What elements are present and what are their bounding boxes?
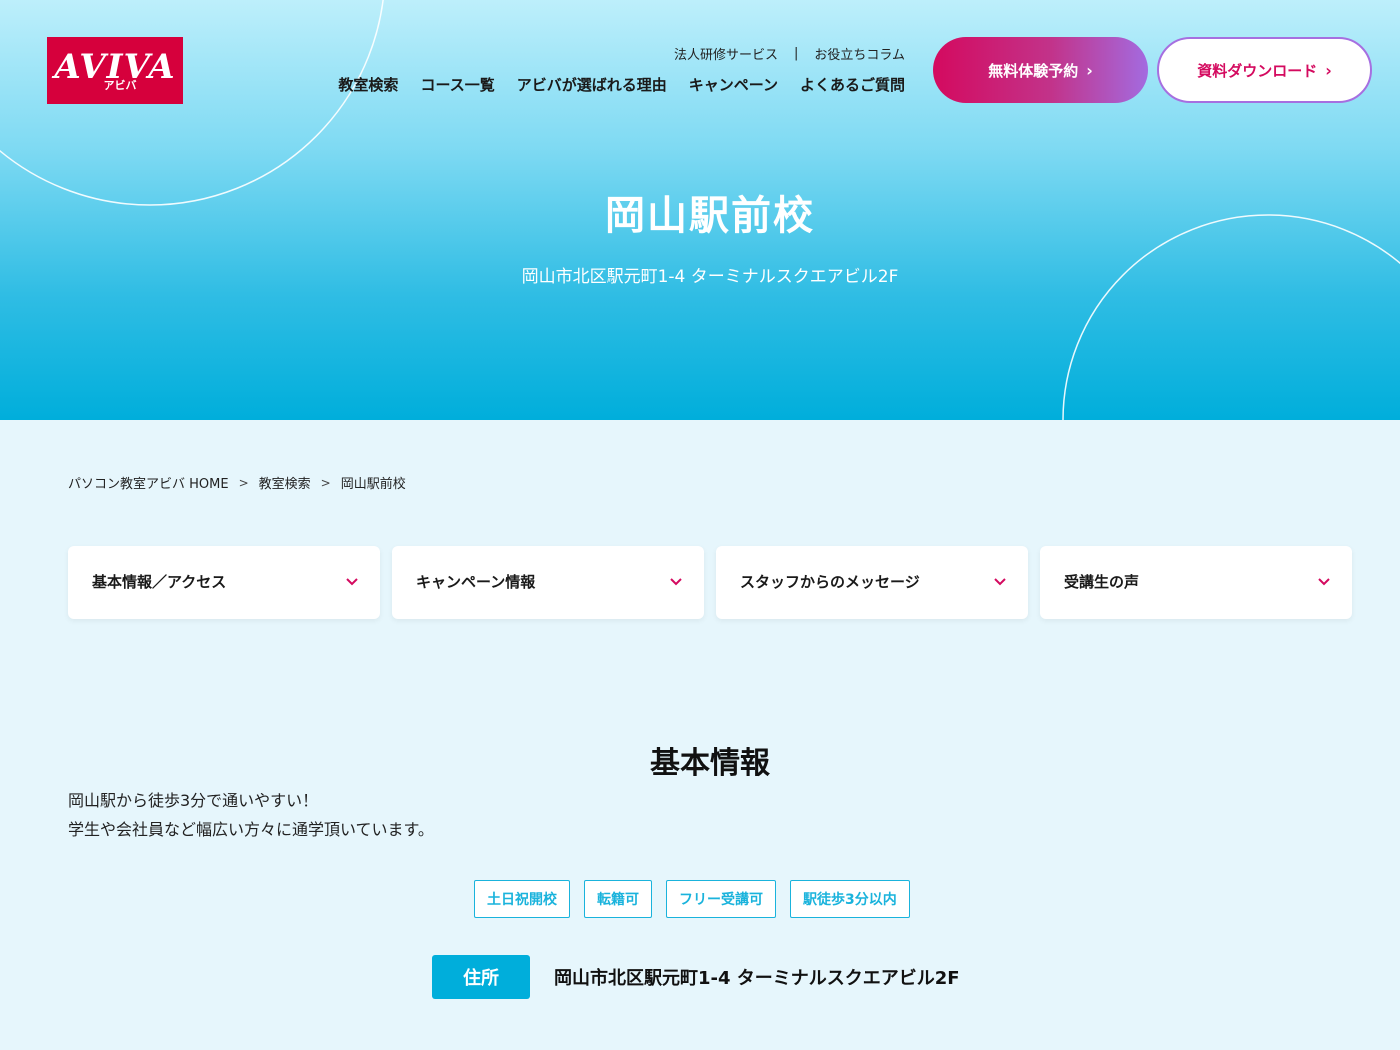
download-materials-button[interactable]: 資料ダウンロード › bbox=[1157, 37, 1372, 103]
breadcrumb-separator: > bbox=[320, 475, 331, 490]
breadcrumb: パソコン教室アビバ HOME > 教室検索 > 岡山駅前校 bbox=[68, 473, 406, 493]
anchor-staff-message[interactable]: スタッフからのメッセージ bbox=[716, 546, 1028, 619]
free-trial-label: 無料体験予約 bbox=[988, 61, 1079, 80]
breadcrumb-separator: > bbox=[238, 475, 249, 490]
tag-transfer-ok: 転籍可 bbox=[584, 880, 652, 918]
anchor-label: 基本情報／アクセス bbox=[92, 573, 227, 591]
address-value: 岡山市北区駅元町1-4 ターミナルスクエアビル2F bbox=[554, 968, 960, 989]
nav-faq[interactable]: よくあるご質問 bbox=[800, 74, 905, 95]
nav-why-aviva[interactable]: アビバが選ばれる理由 bbox=[517, 74, 667, 95]
breadcrumb-classroom-search[interactable]: 教室検索 bbox=[259, 473, 311, 492]
address-label: 住所 bbox=[432, 955, 530, 999]
free-trial-button[interactable]: 無料体験予約 › bbox=[933, 37, 1148, 103]
anchor-basic-info[interactable]: 基本情報／アクセス bbox=[68, 546, 380, 619]
description-line: 岡山駅から徒歩3分で通いやすい！ bbox=[68, 791, 319, 810]
chevron-down-icon bbox=[346, 578, 358, 586]
tag-near-station: 駅徒歩3分以内 bbox=[790, 880, 910, 918]
anchor-campaign[interactable]: キャンペーン情報 bbox=[392, 546, 704, 619]
subnav-separator: | bbox=[793, 46, 799, 61]
anchor-label: キャンペーン情報 bbox=[416, 573, 536, 591]
anchor-label: スタッフからのメッセージ bbox=[740, 573, 920, 591]
subnav-column-link[interactable]: お役立ちコラム bbox=[814, 44, 905, 63]
tag-weekend-open: 土日祝開校 bbox=[474, 880, 570, 918]
anchor-label: 受講生の声 bbox=[1064, 573, 1140, 591]
chevron-down-icon bbox=[994, 578, 1006, 586]
main-navigation: 教室検索 コース一覧 アビバが選ばれる理由 キャンペーン よくあるご質問 bbox=[300, 74, 905, 95]
anchor-student-voices[interactable]: 受講生の声 bbox=[1040, 546, 1352, 619]
sub-navigation: 法人研修サービス | お役立ちコラム bbox=[600, 44, 905, 63]
chevron-right-icon: › bbox=[1325, 60, 1332, 80]
subnav-corporate-link[interactable]: 法人研修サービス bbox=[674, 44, 778, 63]
logo-kana: アビバ bbox=[103, 78, 137, 92]
chevron-down-icon bbox=[670, 578, 682, 586]
breadcrumb-home[interactable]: パソコン教室アビバ HOME bbox=[68, 473, 229, 492]
page-title: 岡山駅前校 bbox=[605, 193, 815, 239]
basic-info-title: 基本情報 bbox=[650, 746, 770, 781]
feature-tags: 土日祝開校 転籍可 フリー受講可 駅徒歩3分以内 bbox=[474, 880, 910, 918]
nav-classroom-search[interactable]: 教室検索 bbox=[338, 74, 398, 95]
description-line: 学生や会社員など幅広い方々に通学頂いています。 bbox=[68, 820, 434, 839]
aviva-logo[interactable]: AVIVA アビバ bbox=[47, 37, 183, 104]
breadcrumb-current: 岡山駅前校 bbox=[340, 477, 406, 492]
chevron-right-icon: › bbox=[1086, 60, 1093, 80]
nav-course-list[interactable]: コース一覧 bbox=[420, 74, 494, 95]
nav-campaign[interactable]: キャンペーン bbox=[689, 74, 778, 95]
download-label: 資料ダウンロード bbox=[1197, 61, 1318, 80]
address-row: 住所 岡山市北区駅元町1-4 ターミナルスクエアビル2F bbox=[432, 955, 960, 999]
hero-banner: AVIVA アビバ 法人研修サービス | お役立ちコラム 教室検索 コース一覧 … bbox=[0, 0, 1400, 420]
basic-info-description: 岡山駅から徒歩3分で通いやすい！ 学生や会社員など幅広い方々に通学頂いています。 bbox=[68, 786, 434, 844]
section-anchor-links: 基本情報／アクセス キャンペーン情報 スタッフからのメッセージ 受講生の声 bbox=[68, 546, 1352, 619]
hero-address: 岡山市北区駅元町1-4 ターミナルスクエアビル2F bbox=[521, 267, 899, 287]
tag-free-attendance: フリー受講可 bbox=[666, 880, 776, 918]
chevron-down-icon bbox=[1318, 578, 1330, 586]
